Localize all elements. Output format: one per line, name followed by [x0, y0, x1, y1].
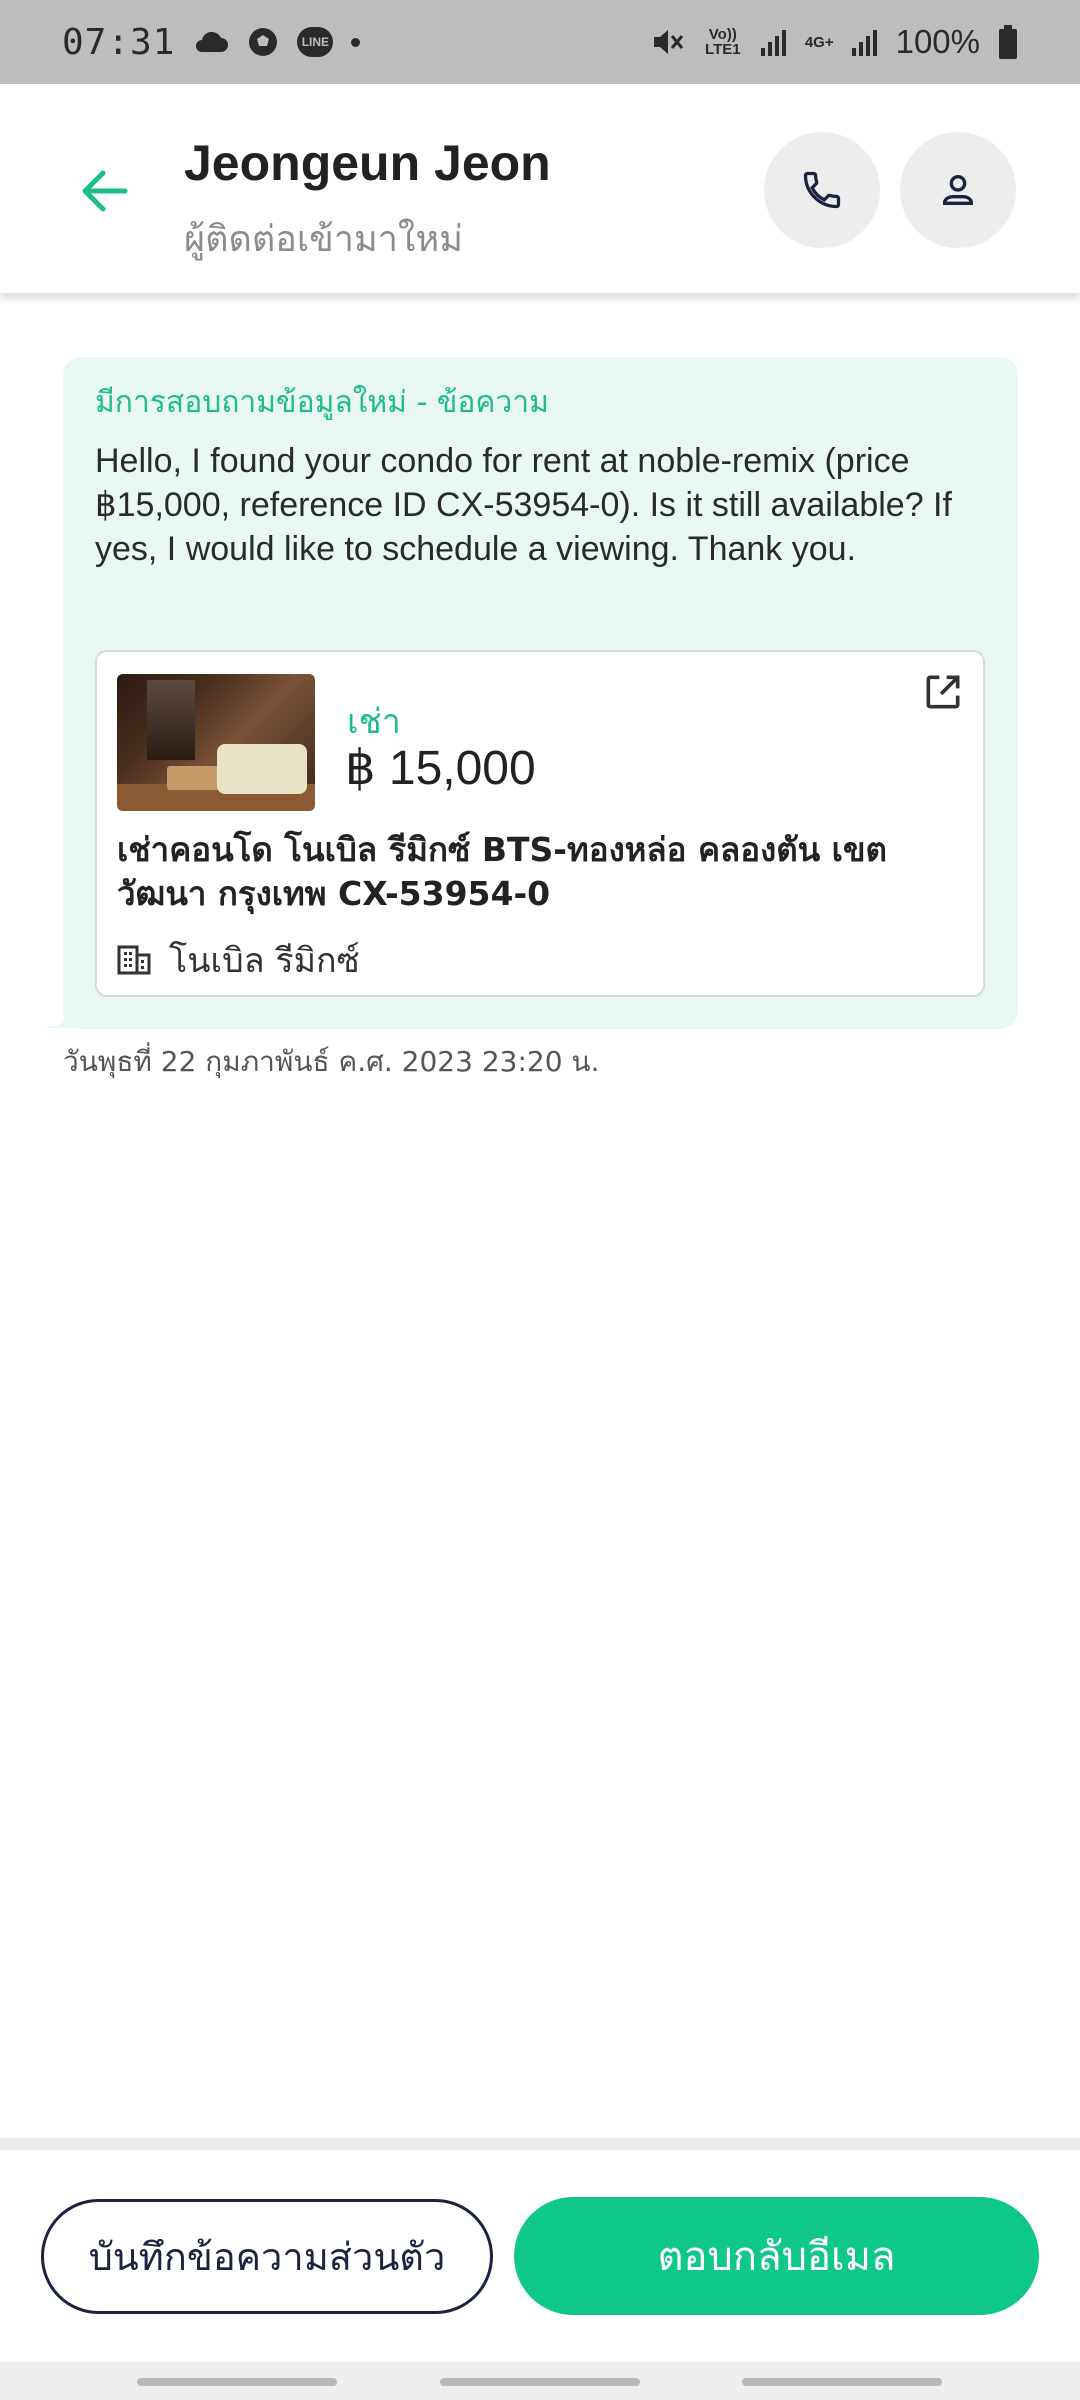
arrow-left-icon: [82, 170, 128, 212]
status-bar: 07:31 LINE Vo)) LTE1 4G+ 100%: [0, 0, 1080, 84]
phone-icon: [803, 171, 841, 209]
network-indicator: 4G+: [804, 33, 834, 51]
person-icon: [943, 175, 973, 205]
contact-name: Jeongeun Jeon: [184, 135, 551, 191]
dot-icon: [351, 37, 361, 47]
building-icon: [117, 945, 151, 975]
signal-icon-2: [851, 28, 878, 56]
reply-email-button[interactable]: ตอบกลับอีเมล: [514, 2197, 1039, 2315]
nav-recents[interactable]: [137, 2378, 337, 2386]
message-body: Hello, I found your condo for rent at no…: [95, 442, 952, 568]
line-app-icon: LINE: [297, 27, 334, 57]
listing-project-name: โนเบิล รีมิกซ์: [169, 941, 360, 981]
contact-profile-button[interactable]: [900, 132, 1016, 248]
nav-home[interactable]: [440, 2378, 640, 2386]
mute-icon: [651, 26, 685, 58]
private-note-button[interactable]: บันทึกข้อความส่วนตัว: [41, 2199, 493, 2314]
contact-status: ผู้ติดต่อเข้ามาใหม่: [184, 219, 463, 260]
battery-level: 100%: [895, 23, 980, 60]
chat-header: Jeongeun Jeon ผู้ติดต่อเข้ามาใหม่: [0, 84, 1080, 294]
cloud-icon: [193, 30, 229, 54]
listing-project: โนเบิล รีมิกซ์: [117, 933, 360, 987]
navigation-bar: [0, 2362, 1080, 2400]
soccer-ball-icon: [247, 26, 279, 58]
message-timestamp: วันพุธที่ 22 กุมภาพันธ์ ค.ศ. 2023 23:20 …: [63, 1045, 600, 1078]
bottom-divider: [0, 2138, 1080, 2150]
signal-icon: [760, 28, 787, 56]
listing-photo: [117, 674, 315, 811]
volte-indicator: Vo)) LTE1: [705, 26, 741, 58]
nav-back[interactable]: [742, 2378, 942, 2386]
listing-price: ฿ 15,000: [345, 742, 536, 795]
message-tag: มีการสอบถามข้อมูลใหม่ - ข้อความ: [95, 385, 549, 420]
back-button[interactable]: [70, 156, 140, 226]
listing-title: เช่าคอนโด โนเบิล รีมิกซ์ BTS-ทองหล่อ คลอ…: [117, 830, 887, 913]
listing-card[interactable]: เช่า ฿ 15,000 เช่าคอนโด โนเบิล รีมิกซ์ B…: [95, 650, 985, 997]
battery-icon: [998, 25, 1018, 59]
message-bubble: มีการสอบถามข้อมูลใหม่ - ข้อความ Hello, I…: [63, 357, 1018, 1029]
open-external-icon[interactable]: [921, 670, 965, 714]
call-button[interactable]: [764, 132, 880, 248]
status-time: 07:31: [62, 21, 176, 63]
